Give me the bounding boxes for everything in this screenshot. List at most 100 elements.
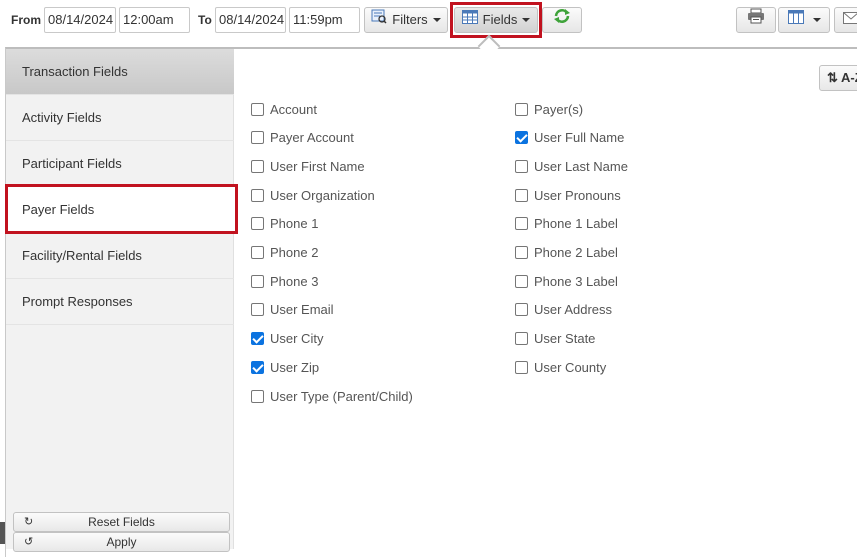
checkbox[interactable]: [515, 275, 528, 288]
from-label: From: [11, 13, 41, 27]
checkbox[interactable]: [515, 160, 528, 173]
field-user-last-name[interactable]: User Last Name: [515, 157, 628, 175]
from-date-input[interactable]: 08/14/2024: [44, 7, 116, 33]
sidebar-item-label: Payer Fields: [22, 202, 94, 217]
field-user-organization[interactable]: User Organization: [251, 186, 375, 204]
field-user-full-name[interactable]: User Full Name: [515, 128, 624, 146]
sidebar-item-label: Transaction Fields: [22, 64, 128, 79]
field-payer-account[interactable]: Payer Account: [251, 128, 354, 146]
print-button[interactable]: [736, 7, 776, 33]
refresh-button[interactable]: [542, 7, 582, 33]
field-user-type[interactable]: User Type (Parent/Child): [251, 387, 413, 405]
apply-button[interactable]: ↺ Apply: [13, 532, 230, 552]
sidebar-item-transaction-fields[interactable]: Transaction Fields: [6, 49, 234, 95]
filters-button[interactable]: Filters: [364, 7, 448, 33]
field-label: Phone 1: [270, 216, 318, 231]
checkbox[interactable]: [251, 103, 264, 116]
checkbox[interactable]: [251, 303, 264, 316]
field-label: User Email: [270, 302, 334, 317]
field-user-city[interactable]: User City: [251, 329, 323, 347]
checkbox[interactable]: [515, 103, 528, 116]
reset-icon: ↻: [24, 513, 33, 531]
field-label: User Zip: [270, 360, 319, 375]
field-phone-1[interactable]: Phone 1: [251, 214, 318, 232]
field-phone-2[interactable]: Phone 2: [251, 243, 318, 261]
columns-button[interactable]: [778, 7, 830, 33]
sidebar-item-facility-rental-fields[interactable]: Facility/Rental Fields: [6, 233, 234, 279]
checkbox[interactable]: [515, 361, 528, 374]
field-label: User Type (Parent/Child): [270, 389, 413, 404]
field-label: User First Name: [270, 159, 365, 174]
fields-button[interactable]: Fields: [454, 7, 538, 33]
field-user-zip[interactable]: User Zip: [251, 358, 319, 376]
filter-icon: [371, 8, 387, 32]
checkbox-checked[interactable]: [515, 131, 528, 144]
field-account[interactable]: Account: [251, 100, 317, 118]
field-label: Phone 2 Label: [534, 245, 618, 260]
mail-icon: [843, 8, 857, 32]
apply-label: Apply: [106, 535, 136, 549]
checkbox[interactable]: [251, 189, 264, 202]
sidebar-item-label: Prompt Responses: [22, 294, 133, 309]
field-label: User Pronouns: [534, 188, 621, 203]
sort-button[interactable]: ⇅ A-Z: [819, 65, 857, 91]
sidebar-item-payer-fields[interactable]: Payer Fields: [6, 187, 234, 233]
left-edge-marker: [0, 522, 5, 544]
field-phone-2-label[interactable]: Phone 2 Label: [515, 243, 618, 261]
to-date-input[interactable]: 08/14/2024: [215, 7, 286, 33]
field-user-address[interactable]: User Address: [515, 300, 612, 318]
field-label: User Address: [534, 302, 612, 317]
checkbox[interactable]: [515, 189, 528, 202]
checkbox[interactable]: [515, 332, 528, 345]
field-phone-3-label[interactable]: Phone 3 Label: [515, 272, 618, 290]
chevron-down-icon: [813, 18, 821, 22]
checkbox[interactable]: [251, 390, 264, 403]
fields-label: Fields: [483, 8, 518, 32]
field-user-first-name[interactable]: User First Name: [251, 157, 365, 175]
refresh-icon: [553, 7, 571, 33]
field-user-pronouns[interactable]: User Pronouns: [515, 186, 621, 204]
checkbox-checked[interactable]: [251, 361, 264, 374]
checkbox[interactable]: [251, 246, 264, 259]
field-label: Payer(s): [534, 102, 583, 117]
field-label: User Last Name: [534, 159, 628, 174]
chevron-down-icon: [522, 18, 530, 22]
field-label: Account: [270, 102, 317, 117]
checkbox[interactable]: [251, 160, 264, 173]
sort-icon: ⇅: [827, 70, 838, 85]
field-label: User Organization: [270, 188, 375, 203]
email-button[interactable]: [834, 7, 857, 33]
reset-fields-button[interactable]: ↻ Reset Fields: [13, 512, 230, 532]
checkbox[interactable]: [251, 275, 264, 288]
sort-label: A-Z: [841, 70, 857, 85]
checkbox[interactable]: [251, 217, 264, 230]
checkbox[interactable]: [251, 131, 264, 144]
field-label: Phone 3 Label: [534, 274, 618, 289]
field-user-county[interactable]: User County: [515, 358, 606, 376]
field-label: Payer Account: [270, 130, 354, 145]
field-phone-3[interactable]: Phone 3: [251, 272, 318, 290]
checkbox[interactable]: [515, 303, 528, 316]
field-label: Phone 3: [270, 274, 318, 289]
field-user-state[interactable]: User State: [515, 329, 595, 347]
field-payers[interactable]: Payer(s): [515, 100, 583, 118]
field-category-sidebar: Transaction Fields Activity Fields Parti…: [6, 49, 234, 549]
field-phone-1-label[interactable]: Phone 1 Label: [515, 214, 618, 232]
checkbox[interactable]: [515, 217, 528, 230]
sidebar-item-participant-fields[interactable]: Participant Fields: [6, 141, 234, 187]
sidebar-item-prompt-responses[interactable]: Prompt Responses: [6, 279, 234, 325]
field-label: Phone 2: [270, 245, 318, 260]
checkbox-checked[interactable]: [251, 332, 264, 345]
reset-fields-label: Reset Fields: [88, 515, 155, 529]
field-label: User City: [270, 331, 323, 346]
sidebar-item-activity-fields[interactable]: Activity Fields: [6, 95, 234, 141]
to-time-input[interactable]: 11:59pm: [289, 7, 360, 33]
checkbox[interactable]: [515, 246, 528, 259]
filters-label: Filters: [392, 8, 427, 32]
grid-icon: [462, 8, 478, 32]
field-label: Phone 1 Label: [534, 216, 618, 231]
field-user-email[interactable]: User Email: [251, 300, 334, 318]
apply-icon: ↺: [24, 533, 33, 551]
from-time-input[interactable]: 12:00am: [119, 7, 190, 33]
columns-icon: [788, 8, 804, 32]
